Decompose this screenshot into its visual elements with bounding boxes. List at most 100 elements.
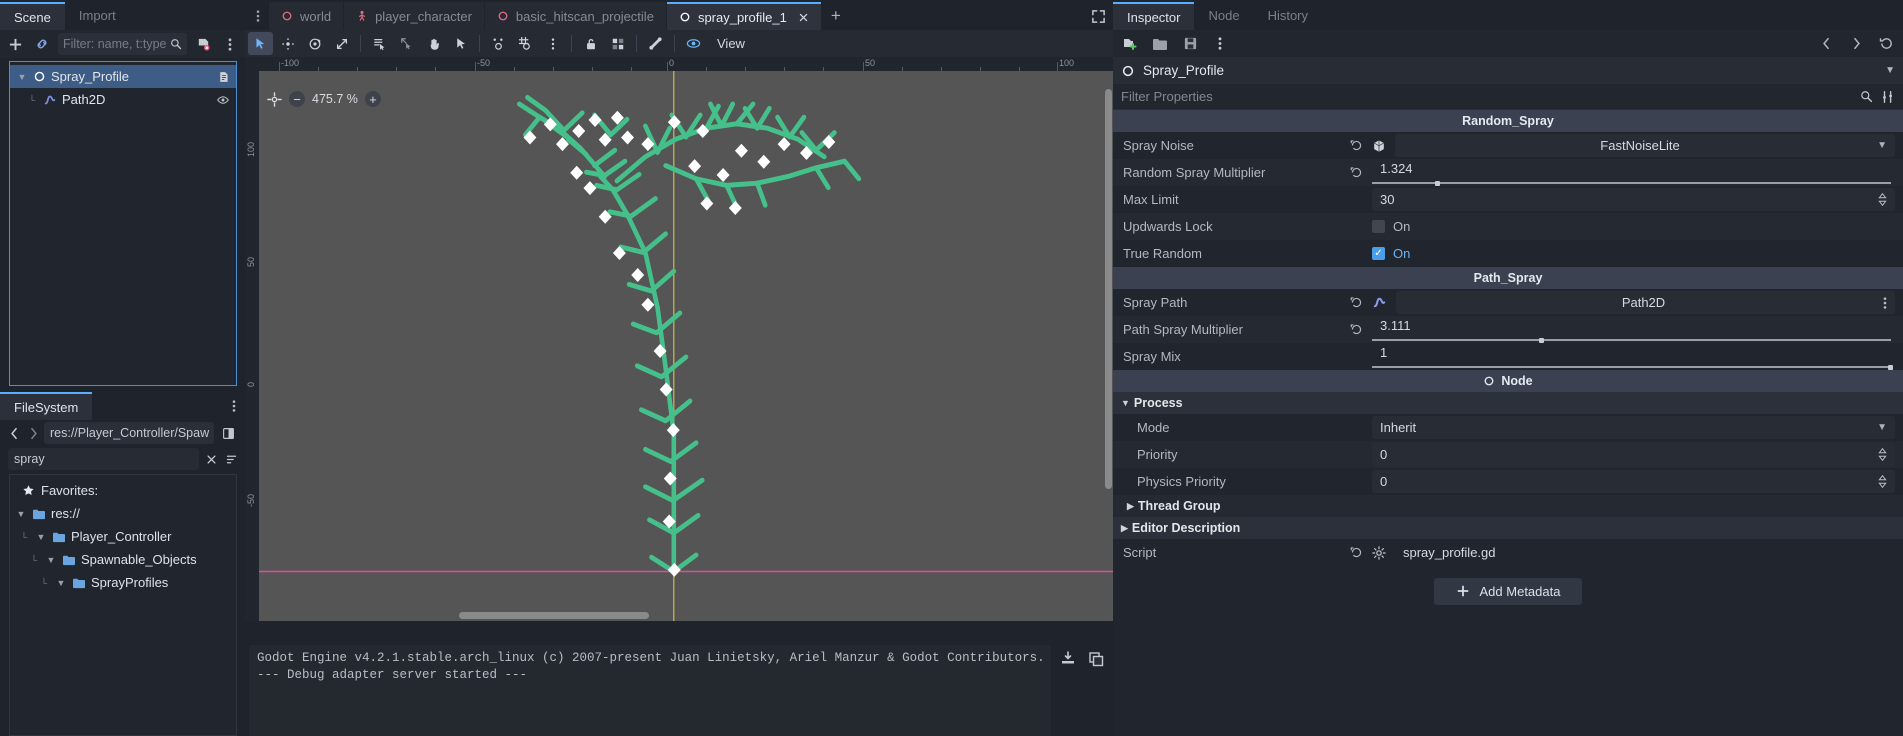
spinner-arrows-icon[interactable] <box>1878 447 1887 462</box>
pan-mode-button[interactable] <box>421 32 446 55</box>
property-row-spray-path[interactable]: Spray Path Path2D <box>1113 289 1903 316</box>
property-row-script[interactable]: Script spray_profile.gd <box>1113 539 1903 566</box>
property-row-physics-priority[interactable]: Physics Priority 0 <box>1113 468 1903 495</box>
revert-icon[interactable] <box>1349 166 1363 179</box>
chevron-down-icon[interactable]: ▼ <box>1121 398 1130 408</box>
tab-inspector[interactable]: Inspector <box>1113 2 1195 30</box>
spinner-arrows-icon[interactable] <box>1878 474 1887 489</box>
gear-icon[interactable] <box>1372 545 1386 560</box>
chevron-left-icon[interactable] <box>6 422 22 444</box>
close-icon[interactable] <box>798 12 809 23</box>
inspector-tools-menu[interactable] <box>1209 33 1231 55</box>
filesystem-menu-button[interactable] <box>223 395 245 417</box>
tab-node[interactable]: Node <box>1194 2 1253 30</box>
max-limit-spinbox[interactable]: 30 <box>1372 188 1895 211</box>
eye-icon[interactable] <box>216 93 230 106</box>
scene-tab-world[interactable]: world <box>269 2 344 30</box>
property-row-random-spray-multiplier[interactable]: Random Spray Multiplier 1.324 <box>1113 159 1903 186</box>
property-row-priority[interactable]: Priority 0 <box>1113 441 1903 468</box>
list-select-button[interactable] <box>367 32 392 55</box>
scene-tab-spray-profile-1[interactable]: spray_profile_1 <box>666 2 821 30</box>
property-row-spray-mix[interactable]: Spray Mix 1 <box>1113 343 1903 370</box>
revert-icon[interactable] <box>1349 546 1363 559</box>
copy-icon[interactable] <box>1088 651 1104 667</box>
group-editor-description[interactable]: ▶ Editor Description <box>1113 517 1903 539</box>
slider-handle[interactable] <box>1888 365 1893 370</box>
group-selected-button[interactable] <box>605 32 630 55</box>
spray-mix-slider[interactable]: 1 <box>1372 344 1895 370</box>
close-icon[interactable] <box>203 448 219 470</box>
inspector-node-header[interactable]: Spray_Profile ▼ <box>1113 57 1903 84</box>
property-row-spray-noise[interactable]: Spray Noise FastNoiseLite ▼ <box>1113 132 1903 159</box>
zoom-out-button[interactable]: − <box>289 91 305 107</box>
filesystem-tree[interactable]: Favorites: ▼ res:// └ ▼ Player_Controlle… <box>9 474 237 736</box>
property-row-path-spray-multiplier[interactable]: Path Spray Multiplier 3.111 <box>1113 316 1903 343</box>
preview-canvas-scale-button[interactable] <box>681 32 706 55</box>
script-remove-icon[interactable] <box>192 33 214 55</box>
snap-options-menu[interactable] <box>540 32 565 55</box>
property-row-true-random[interactable]: True Random ✓ On <box>1113 240 1903 267</box>
canvas-2d-surface[interactable]: − 475.7 % + <box>259 71 1113 621</box>
script-icon[interactable] <box>217 70 230 83</box>
chevron-right-icon[interactable]: ▶ <box>1121 523 1128 534</box>
inspector-forward-button[interactable] <box>1845 33 1867 55</box>
group-process[interactable]: ▼ Process <box>1113 392 1903 414</box>
filesystem-item-sprayprofiles[interactable]: └ ▼ SprayProfiles <box>10 571 236 594</box>
chevron-down-icon[interactable]: ▼ <box>16 72 28 82</box>
rotate-mode-button[interactable] <box>302 32 327 55</box>
updwards-lock-checkbox[interactable] <box>1372 220 1385 233</box>
scene-tree-item-path2d[interactable]: └ Path2D <box>10 88 236 111</box>
filesystem-filter-input[interactable]: spray <box>8 448 199 470</box>
inspector-properties[interactable]: Random_Spray Spray Noise FastNoiseLite ▼ <box>1113 110 1903 736</box>
script-value[interactable]: spray_profile.gd <box>1395 541 1895 564</box>
instance-scene-button[interactable] <box>31 33 53 55</box>
select-mode-button[interactable] <box>248 32 273 55</box>
random-spray-multiplier-slider[interactable]: 1.324 <box>1372 160 1895 186</box>
scene-tab-player-character[interactable]: player_character <box>344 2 484 30</box>
scene-tab-basic-hitscan-projectile[interactable]: basic_hitscan_projectile <box>484 2 666 30</box>
slider-handle[interactable] <box>1539 338 1545 343</box>
filesystem-item-favorites[interactable]: Favorites: <box>10 479 236 502</box>
spray-noise-value[interactable]: FastNoiseLite ▼ <box>1395 134 1895 157</box>
scene-tree[interactable]: ▼ Spray_Profile └ Path2D <box>9 61 237 386</box>
add-metadata-button[interactable]: Add Metadata <box>1433 577 1583 605</box>
spray-path-value[interactable]: Path2D <box>1396 291 1895 314</box>
viewport-vertical-scrollbar[interactable] <box>1105 89 1112 489</box>
sort-icon[interactable] <box>223 448 239 470</box>
tab-import[interactable]: Import <box>65 2 130 30</box>
history-icon[interactable] <box>1875 33 1897 55</box>
chevron-down-icon[interactable]: ▼ <box>1877 422 1887 433</box>
tab-history[interactable]: History <box>1254 2 1322 30</box>
search-icon[interactable] <box>1860 90 1873 103</box>
filesystem-item-player-controller[interactable]: └ ▼ Player_Controller <box>10 525 236 548</box>
chevron-down-icon[interactable]: ▼ <box>35 532 47 542</box>
physics-priority-spinbox[interactable]: 0 <box>1372 470 1895 493</box>
bone-options-button[interactable] <box>643 32 668 55</box>
viewport-main[interactable]: -100 -50 0 50 100 − 475.7 % + <box>259 57 1113 621</box>
group-thread-group[interactable]: ▶ Thread Group <box>1113 495 1903 517</box>
chevron-right-icon[interactable] <box>25 422 41 444</box>
property-row-mode[interactable]: Mode Inherit ▼ <box>1113 414 1903 441</box>
chevron-down-icon[interactable]: ▼ <box>1885 65 1895 76</box>
chevron-down-icon[interactable]: ▼ <box>45 555 57 565</box>
scene-filter-input[interactable]: Filter: name, t:type <box>58 33 187 55</box>
folder-open-icon[interactable] <box>1149 33 1171 55</box>
tab-filesystem[interactable]: FileSystem <box>0 392 93 420</box>
filter-properties-input[interactable]: Filter Properties <box>1121 89 1852 104</box>
move-mode-button[interactable] <box>275 32 300 55</box>
smart-snap-button[interactable] <box>486 32 511 55</box>
view-menu-button[interactable]: View <box>708 32 754 55</box>
filesystem-path-input[interactable]: res://Player_Controller/Spaw <box>44 422 214 444</box>
new-scene-tab-button[interactable]: + <box>822 2 850 30</box>
lock-selected-button[interactable] <box>578 32 603 55</box>
zoom-level-label[interactable]: 475.7 % <box>312 92 358 106</box>
zoom-in-button[interactable]: + <box>364 91 381 107</box>
slider-handle[interactable] <box>1434 181 1440 186</box>
priority-spinbox[interactable]: 0 <box>1372 443 1895 466</box>
kebab-menu-icon[interactable] <box>1883 296 1887 310</box>
mode-dropdown[interactable]: Inherit ▼ <box>1372 416 1895 439</box>
revert-icon[interactable] <box>1349 323 1363 336</box>
scene-tree-item-spray-profile[interactable]: ▼ Spray_Profile <box>10 65 236 88</box>
ruler-mode-button[interactable] <box>394 32 419 55</box>
expand-icon[interactable] <box>1083 2 1113 30</box>
